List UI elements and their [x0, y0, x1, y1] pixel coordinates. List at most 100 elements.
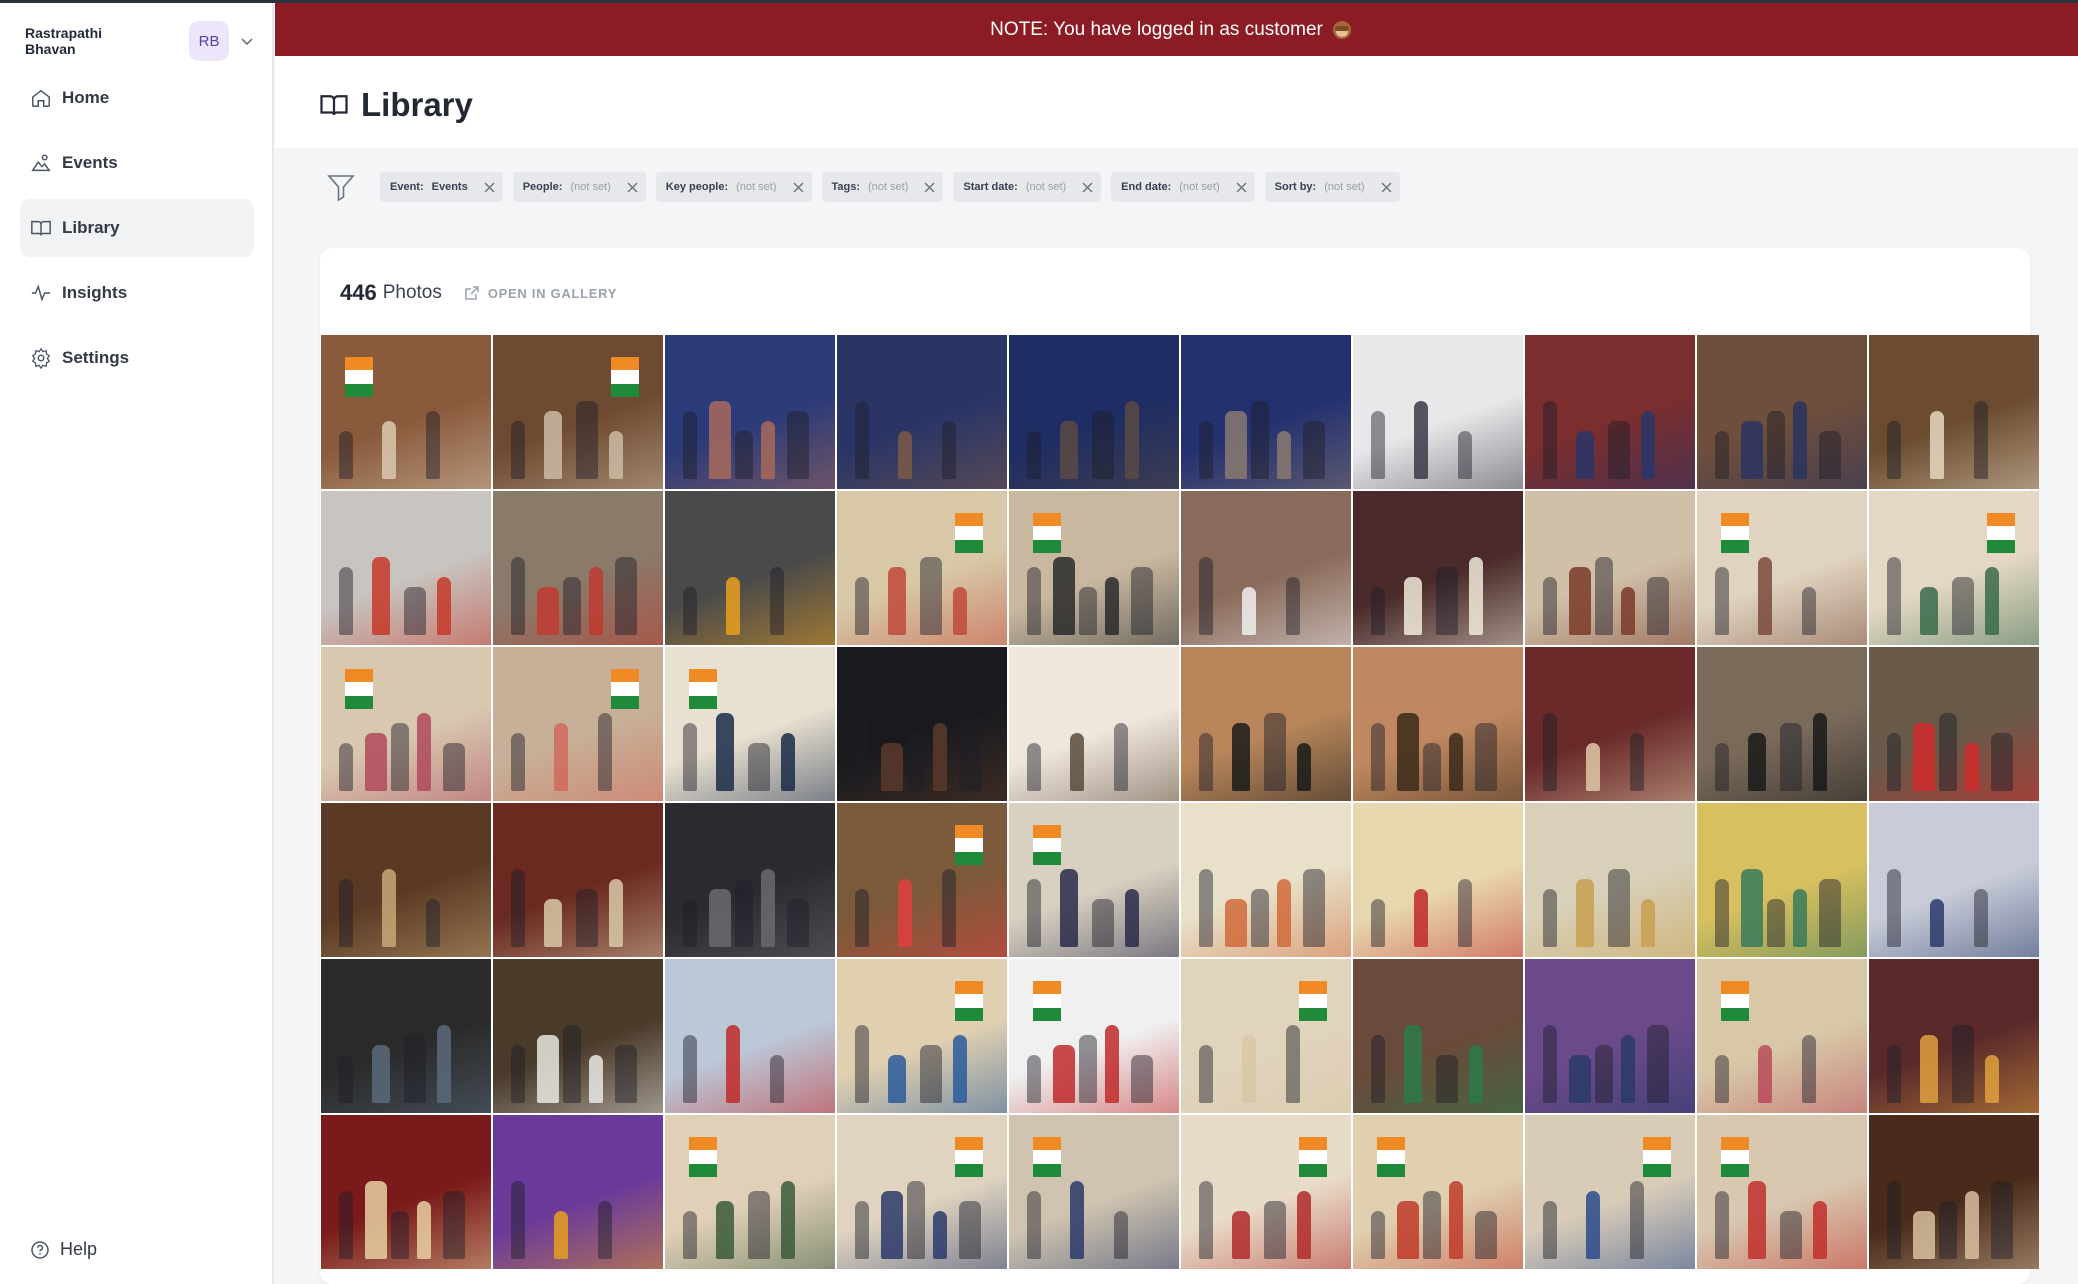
photo-thumbnail[interactable] — [665, 959, 835, 1113]
flag-icon — [1033, 981, 1061, 1021]
photo-thumbnail[interactable] — [665, 491, 835, 645]
photo-thumbnail[interactable] — [1525, 647, 1695, 801]
sidebar-item-settings[interactable]: Settings — [20, 329, 254, 387]
photo-thumbnail[interactable] — [493, 491, 663, 645]
filter-chip[interactable]: End date: (not set) — [1111, 172, 1255, 202]
close-icon[interactable] — [627, 182, 638, 193]
close-icon[interactable] — [484, 182, 495, 193]
org-switcher[interactable]: Rastrapathi Bhavan RB — [25, 21, 255, 61]
photo-thumbnail[interactable] — [1525, 491, 1695, 645]
photo-thumbnail[interactable] — [1353, 335, 1523, 489]
photo-thumbnail[interactable] — [321, 803, 491, 957]
photo-figure — [1952, 577, 1974, 635]
photo-thumbnail[interactable] — [1181, 491, 1351, 645]
photo-thumbnail[interactable] — [1525, 803, 1695, 957]
photo-thumbnail[interactable] — [493, 1115, 663, 1269]
photo-thumbnail[interactable] — [321, 647, 491, 801]
photo-thumbnail[interactable] — [1525, 959, 1695, 1113]
photo-thumbnail[interactable] — [1869, 491, 2039, 645]
photo-thumbnail[interactable] — [1697, 1115, 1867, 1269]
filter-chip[interactable]: Start date: (not set) — [953, 172, 1102, 202]
photo-thumbnail[interactable] — [493, 335, 663, 489]
photo-thumbnail[interactable] — [1009, 335, 1179, 489]
photo-figure — [365, 1181, 387, 1259]
open-in-gallery-button[interactable]: OPEN IN GALLERY — [464, 285, 617, 301]
filter-chip[interactable]: Event: Events — [380, 172, 503, 202]
photo-figure — [1575, 431, 1594, 479]
photo-thumbnail[interactable] — [1181, 959, 1351, 1113]
photo-figure — [1403, 1025, 1422, 1103]
photo-thumbnail[interactable] — [321, 335, 491, 489]
photo-thumbnail[interactable] — [1009, 647, 1179, 801]
photo-thumbnail[interactable] — [321, 491, 491, 645]
photo-thumbnail[interactable] — [1353, 803, 1523, 957]
photo-thumbnail[interactable] — [321, 1115, 491, 1269]
photo-figure — [576, 401, 598, 479]
avatar[interactable]: RB — [189, 21, 230, 61]
photo-thumbnail[interactable] — [1697, 491, 1867, 645]
photo-figure — [1543, 713, 1557, 791]
close-icon[interactable] — [1082, 182, 1093, 193]
photo-thumbnail[interactable] — [1697, 959, 1867, 1113]
photo-thumbnail[interactable] — [1869, 1115, 2039, 1269]
photo-thumbnail[interactable] — [1181, 803, 1351, 957]
filter-chip[interactable]: Key people: (not set) — [655, 172, 812, 202]
photo-thumbnail[interactable] — [1181, 1115, 1351, 1269]
close-icon[interactable] — [793, 182, 804, 193]
filter-chip[interactable]: Sort by: (not set) — [1264, 172, 1400, 202]
photo-thumbnail[interactable] — [493, 647, 663, 801]
photo-thumbnail[interactable] — [837, 803, 1007, 957]
photo-thumbnail[interactable] — [837, 491, 1007, 645]
sidebar-item-events[interactable]: Events — [20, 134, 254, 192]
photo-thumbnail[interactable] — [837, 959, 1007, 1113]
photo-thumbnail[interactable] — [665, 803, 835, 957]
photo-figure — [898, 431, 913, 479]
photo-thumbnail[interactable] — [1697, 803, 1867, 957]
photo-thumbnail[interactable] — [1869, 959, 2039, 1113]
photo-thumbnail[interactable] — [1009, 959, 1179, 1113]
filter-chip[interactable]: People: (not set) — [512, 172, 646, 202]
photo-thumbnail[interactable] — [1525, 335, 1695, 489]
photo-thumbnail[interactable] — [1697, 647, 1867, 801]
photo-thumbnail[interactable] — [1181, 335, 1351, 489]
photo-figure — [881, 1191, 903, 1259]
photo-thumbnail[interactable] — [665, 647, 835, 801]
close-icon[interactable] — [1381, 182, 1392, 193]
close-icon[interactable] — [1236, 182, 1247, 193]
photo-thumbnail[interactable] — [493, 959, 663, 1113]
photo-figure — [1747, 1181, 1766, 1259]
photo-thumbnail[interactable] — [321, 959, 491, 1113]
photo-thumbnail[interactable] — [1009, 803, 1179, 957]
photo-thumbnail[interactable] — [1869, 803, 2039, 957]
photo-thumbnail[interactable] — [665, 335, 835, 489]
photo-thumbnail[interactable] — [1525, 1115, 1695, 1269]
photo-thumbnail[interactable] — [1009, 491, 1179, 645]
photo-thumbnail[interactable] — [1697, 335, 1867, 489]
photo-thumbnail[interactable] — [1353, 491, 1523, 645]
photo-figure — [1640, 899, 1655, 947]
photo-figure — [855, 889, 869, 947]
photo-figure — [941, 869, 956, 947]
filter-chip[interactable]: Tags: (not set) — [821, 172, 944, 202]
help-link[interactable]: Help — [30, 1239, 97, 1260]
sidebar-item-home[interactable]: Home — [20, 69, 254, 127]
close-icon[interactable] — [924, 182, 935, 193]
sidebar-item-insights[interactable]: Insights — [20, 264, 254, 322]
photo-thumbnail[interactable] — [1009, 1115, 1179, 1269]
filter-icon[interactable] — [326, 172, 356, 202]
photo-figure — [907, 733, 925, 791]
photo-thumbnail[interactable] — [837, 1115, 1007, 1269]
sidebar-item-library[interactable]: Library — [20, 199, 254, 257]
photo-thumbnail[interactable] — [837, 647, 1007, 801]
photo-thumbnail[interactable] — [1353, 647, 1523, 801]
photo-thumbnail[interactable] — [837, 335, 1007, 489]
photo-thumbnail[interactable] — [1869, 647, 2039, 801]
chevron-down-icon[interactable] — [239, 33, 255, 49]
photo-thumbnail[interactable] — [665, 1115, 835, 1269]
photo-thumbnail[interactable] — [1869, 335, 2039, 489]
photo-thumbnail[interactable] — [493, 803, 663, 957]
photo-figure — [417, 713, 431, 791]
photo-thumbnail[interactable] — [1181, 647, 1351, 801]
photo-thumbnail[interactable] — [1353, 959, 1523, 1113]
photo-thumbnail[interactable] — [1353, 1115, 1523, 1269]
